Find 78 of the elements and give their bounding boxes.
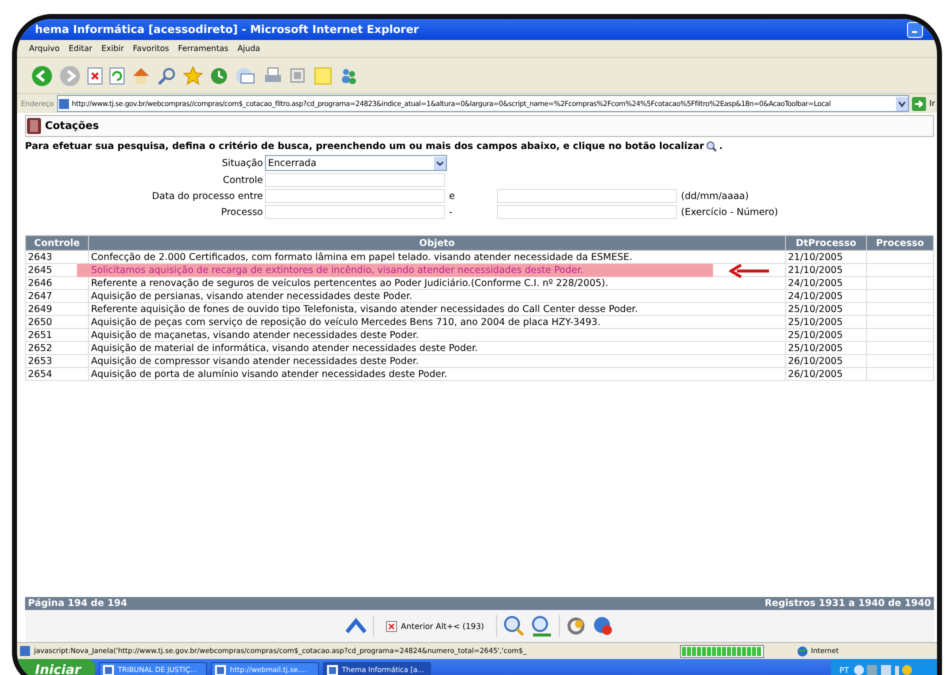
- field-label: Situação: [220, 158, 263, 168]
- refresh-icon[interactable]: [109, 66, 125, 84]
- field-label: Data do processo entre: [150, 190, 263, 202]
- mail-icon[interactable]: [235, 66, 257, 86]
- go-button[interactable]: Ir: [929, 99, 937, 108]
- window-title: hema Informática [acessodireto] - Microsoft Internet Explorer: [35, 23, 420, 36]
- window-icon: [214, 664, 226, 675]
- menu-item[interactable]: Ferramentas: [178, 44, 228, 53]
- instruction-end: .: [719, 141, 723, 152]
- page-icon: [19, 645, 31, 657]
- table-cell: 2647: [26, 290, 88, 302]
- page-count: Página 194 de 194: [28, 598, 128, 609]
- zoom-out-icon[interactable]: [531, 615, 554, 637]
- separator-text: e: [448, 190, 456, 202]
- book-icon: [26, 117, 42, 135]
- menu-item[interactable]: Exibir: [101, 44, 124, 53]
- menu-item[interactable]: Editar: [68, 44, 92, 53]
- field-label: Processo: [220, 206, 263, 218]
- search-icon[interactable]: [157, 66, 177, 86]
- table-cell: 2651: [26, 328, 88, 342]
- table-cell: 2653: [26, 354, 88, 368]
- home-icon[interactable]: [131, 66, 151, 86]
- arrow-icon: [729, 264, 771, 278]
- table-cell: 2654: [26, 368, 88, 380]
- input-field[interactable]: [265, 173, 445, 187]
- table-cell: 21/10/2005: [786, 264, 866, 276]
- window-icon: [102, 664, 114, 675]
- previous-button[interactable]: Anterior Alt+< (193): [380, 620, 490, 632]
- table-cell: 2643: [26, 250, 88, 264]
- star-icon[interactable]: [183, 66, 203, 86]
- zoom-in-icon[interactable]: [503, 615, 526, 637]
- window-icon: [326, 664, 338, 675]
- page-title: Cotações: [45, 120, 99, 132]
- separator-text: -: [448, 206, 454, 218]
- column-header: Objeto: [88, 236, 786, 250]
- table-cell: 21/10/2005: [786, 250, 866, 264]
- table-cell: 2649: [26, 302, 88, 316]
- table-cell: 24/10/2005: [786, 276, 866, 290]
- hint-text: (dd/mm/aaaa): [680, 190, 749, 202]
- minimize-button[interactable]: [907, 22, 923, 38]
- field-label: Controle: [222, 174, 263, 186]
- close-icon: [386, 620, 397, 632]
- table-cell: 25/10/2005: [786, 342, 866, 354]
- forward-icon[interactable]: [59, 64, 81, 86]
- menu-item[interactable]: Favoritos: [132, 44, 170, 53]
- input-field[interactable]: [265, 189, 445, 203]
- dropdown-icon[interactable]: [896, 96, 908, 110]
- search-icon[interactable]: [706, 141, 718, 152]
- table-cell: 2646: [26, 276, 88, 290]
- menu-item[interactable]: Arquivo: [29, 44, 60, 53]
- column-header: DtProcesso: [786, 236, 866, 250]
- input-field[interactable]: [265, 205, 445, 219]
- table-cell: 2652: [26, 342, 88, 354]
- table-cell: 25/10/2005: [786, 302, 866, 316]
- input-field[interactable]: [497, 189, 677, 203]
- history-icon[interactable]: [209, 66, 229, 86]
- table-cell: 26/10/2005: [786, 354, 866, 368]
- column-header: Controle: [26, 236, 88, 250]
- table-cell: 25/10/2005: [786, 328, 866, 342]
- hint-text: (Exercício - Número): [680, 206, 778, 218]
- instruction-text: Para efetuar sua pesquisa, defina o critério de busca, preenchendo um ou mais dos campos abaixo, e clique no botão localizar: [25, 141, 704, 152]
- input-field[interactable]: [497, 205, 677, 219]
- record-count: Registros 1931 a 1940 de 1940: [764, 598, 931, 609]
- table-cell: 2650: [26, 316, 88, 328]
- globe-icon: [797, 646, 808, 656]
- up-icon[interactable]: [344, 618, 367, 634]
- globe-icon[interactable]: [592, 615, 614, 637]
- table-cell: 24/10/2005: [786, 290, 866, 302]
- status-select[interactable]: Encerrada: [265, 155, 447, 171]
- dropdown-icon: [434, 156, 446, 170]
- stop-icon[interactable]: [87, 66, 103, 84]
- table-cell: 26/10/2005: [786, 368, 866, 380]
- menu-item[interactable]: Ajuda: [237, 44, 260, 53]
- table-cell: 25/10/2005: [786, 316, 866, 328]
- column-header: Processo: [866, 236, 934, 250]
- back-icon[interactable]: [31, 64, 53, 86]
- page-icon: [58, 98, 70, 110]
- tray-icons-drawing[interactable]: [853, 664, 913, 675]
